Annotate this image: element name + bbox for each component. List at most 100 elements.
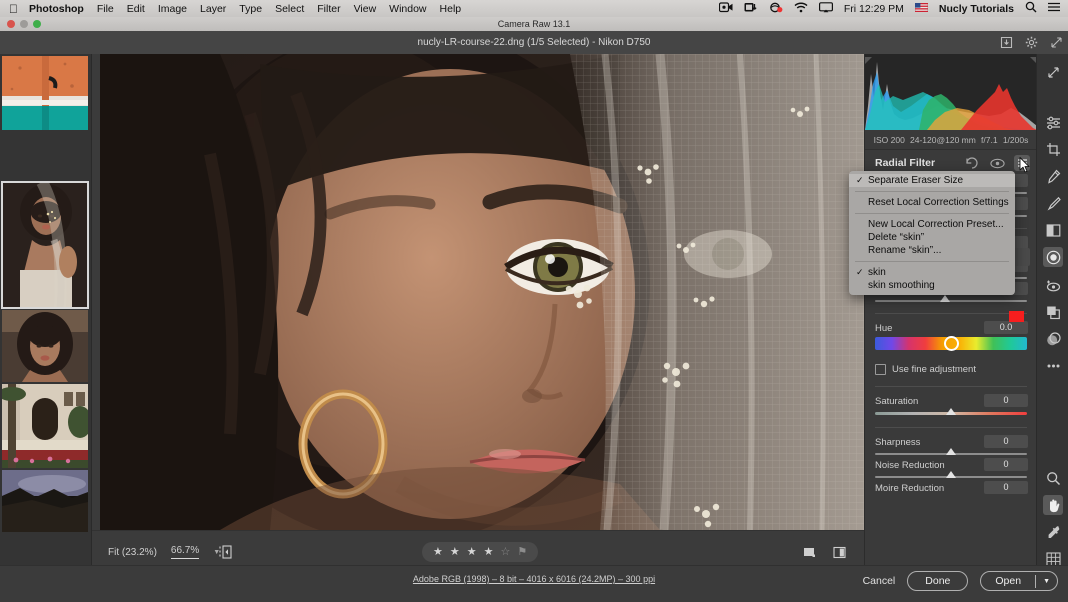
menu-item-photoshop[interactable]: Photoshop (29, 3, 84, 15)
thumb-5-landscape[interactable] (2, 470, 88, 532)
slider-moire-reduction[interactable]: Moire Reduction 0 (874, 481, 1028, 504)
zoom-tool-icon[interactable] (1043, 468, 1063, 488)
star-3[interactable]: ★ (467, 546, 477, 558)
radial-filter-icon[interactable] (1043, 247, 1063, 267)
panel-section-title: Radial Filter (875, 157, 936, 169)
snapshots-icon[interactable] (1043, 302, 1063, 322)
reject-flag-icon[interactable]: ⚑ (517, 546, 527, 558)
slider-knob[interactable] (946, 471, 956, 478)
menu-item-skin-smoothing[interactable]: skin smoothing (849, 279, 1015, 292)
open-button[interactable]: Open ▼ (980, 571, 1058, 591)
menu-item-delete-skin[interactable]: Delete “skin” (849, 231, 1015, 244)
fine-adjust-row[interactable]: Use fine adjustment (874, 361, 1028, 378)
menu-item-type[interactable]: Type (239, 3, 262, 15)
menubar-clock[interactable]: Fri 12:29 PM (844, 3, 904, 15)
menu-item-skin[interactable]: ✓ skin (849, 266, 1015, 279)
undo-icon[interactable] (964, 155, 980, 171)
airplay-icon[interactable] (818, 1, 833, 16)
thumb-1-wall[interactable] (2, 56, 88, 130)
adjustment-brush-icon[interactable] (1043, 193, 1063, 213)
exif-aperture: f/7.1 (981, 134, 998, 145)
wifi-icon[interactable] (794, 2, 808, 16)
apple-icon[interactable]:  (9, 3, 18, 15)
white-balance-icon[interactable] (1043, 522, 1063, 542)
thumb-2-portrait-veil[interactable] (1, 181, 89, 309)
menu-item-separate-eraser-size[interactable]: ✓ Separate Eraser Size (849, 174, 1015, 187)
visibility-icon[interactable] (989, 155, 1005, 171)
crop-icon[interactable] (1043, 139, 1063, 159)
slider-value[interactable]: 0 (984, 394, 1028, 407)
more-options-icon[interactable] (1043, 356, 1063, 376)
slider-knob[interactable] (939, 295, 950, 302)
menu-item-select[interactable]: Select (275, 3, 304, 15)
color-swatch[interactable] (1009, 311, 1024, 322)
image-canvas[interactable] (100, 54, 864, 530)
close-button[interactable] (7, 20, 15, 28)
menu-item-view[interactable]: View (354, 3, 377, 15)
menu-item-new-local-correction-preset[interactable]: New Local Correction Preset... (849, 218, 1015, 231)
minimize-button[interactable] (20, 20, 28, 28)
hand-tool-icon[interactable] (1043, 495, 1063, 515)
slider-value[interactable]: 0 (984, 458, 1028, 471)
menu-item-window[interactable]: Window (389, 3, 426, 15)
rating-control[interactable]: ★ ★ ★ ★ ☆ ⚑ (422, 542, 539, 562)
fullscreen-toggle-icon[interactable] (1043, 62, 1063, 82)
zoom-button[interactable] (33, 20, 41, 28)
done-button[interactable]: Done (907, 571, 969, 591)
menu-item-rename-skin[interactable]: Rename “skin”... (849, 244, 1015, 257)
menu-item-file[interactable]: File (97, 3, 114, 15)
menu-item-image[interactable]: Image (158, 3, 187, 15)
gear-icon[interactable] (1024, 35, 1039, 50)
single-view-icon[interactable] (798, 542, 820, 562)
menu-item-edit[interactable]: Edit (127, 3, 145, 15)
compare-view-icon[interactable] (828, 542, 850, 562)
slider-sharpness[interactable]: Sharpness 0 (874, 435, 1028, 458)
filmstrip-toggle-icon[interactable] (216, 542, 236, 562)
open-button-label[interactable]: Open (981, 572, 1035, 590)
slider-track[interactable] (875, 300, 1027, 302)
save-icon[interactable] (999, 35, 1014, 50)
spotlight-search-icon[interactable] (1025, 1, 1037, 16)
star-5[interactable]: ☆ (501, 546, 511, 558)
filmstrip[interactable] (0, 54, 92, 575)
local-correction-dropdown-menu[interactable]: ✓ Separate Eraser Size Reset Local Corre… (849, 171, 1015, 295)
menu-item-layer[interactable]: Layer (200, 3, 226, 15)
screen-record-icon[interactable] (718, 1, 733, 16)
chevron-down-icon[interactable]: ▼ (1035, 574, 1057, 588)
fullscreen-icon[interactable] (1049, 35, 1064, 50)
thumb-3-portrait[interactable] (2, 310, 88, 382)
slider-hue[interactable]: Hue 0.0 (874, 321, 1028, 354)
graduated-filter-icon[interactable] (1043, 220, 1063, 240)
edit-sliders-icon[interactable] (1043, 112, 1063, 132)
slider-value[interactable]: 0 (984, 435, 1028, 448)
slider-saturation[interactable]: Saturation 0 (874, 394, 1028, 419)
slider-knob[interactable] (946, 408, 956, 415)
menu-item-reset-local-correction-settings[interactable]: Reset Local Correction Settings (849, 196, 1015, 209)
cancel-button[interactable]: Cancel (863, 575, 896, 587)
us-flag-icon[interactable] (914, 2, 929, 15)
presets-icon[interactable] (1043, 329, 1063, 349)
slider-noise-reduction[interactable]: Noise Reduction 0 (874, 458, 1028, 481)
red-eye-icon[interactable] (1043, 275, 1063, 295)
slider-value[interactable]: 0.0 (984, 321, 1028, 334)
loom-record-icon[interactable] (769, 2, 783, 16)
menu-item-filter[interactable]: Filter (317, 3, 340, 15)
control-center-icon[interactable] (1048, 2, 1060, 15)
screenshot-icon[interactable] (744, 2, 758, 16)
menu-item-label: skin smoothing (868, 280, 935, 291)
fine-adjust-checkbox[interactable] (875, 364, 886, 375)
slider-value[interactable]: 0 (984, 481, 1028, 494)
star-1[interactable]: ★ (433, 546, 443, 558)
slider-knob[interactable] (946, 448, 956, 455)
zoom-level-label[interactable]: 66.7% (170, 545, 200, 559)
menubar-user[interactable]: Nucly Tutorials (939, 3, 1014, 15)
spot-healing-icon[interactable] (1043, 166, 1063, 186)
hue-handle[interactable] (944, 336, 959, 351)
star-4[interactable]: ★ (484, 546, 494, 558)
thumb-4-architecture[interactable] (2, 384, 88, 468)
menu-item-help[interactable]: Help (440, 3, 462, 15)
star-2[interactable]: ★ (450, 546, 460, 558)
tools-sidebar (1036, 54, 1068, 575)
zoom-controls[interactable]: Fit (23.2%) 66.7% ▼ (108, 545, 220, 559)
zoom-fit-label[interactable]: Fit (23.2%) (108, 547, 157, 558)
